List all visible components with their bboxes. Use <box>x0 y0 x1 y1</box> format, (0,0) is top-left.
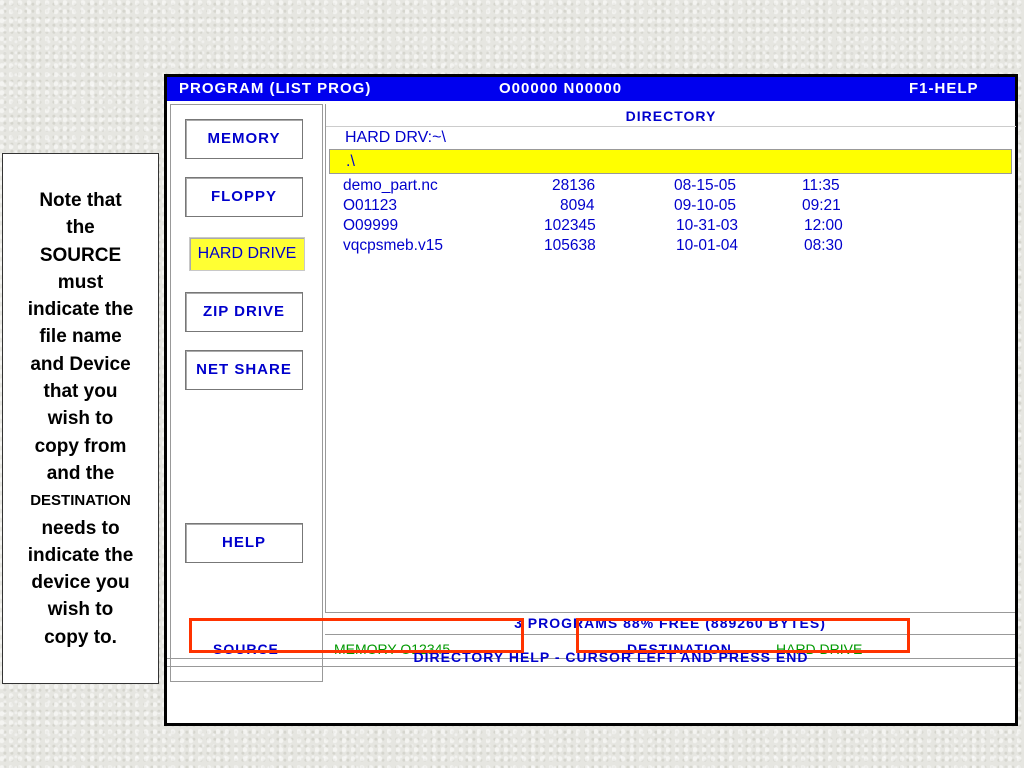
file-date: 10-01-04 <box>676 237 739 254</box>
file-size: 8094 <box>560 197 595 214</box>
help-button[interactable]: HELP <box>185 523 303 563</box>
file-name: demo_part.nc <box>343 177 438 194</box>
file-name: vqcpsmeb.v15 <box>343 237 443 254</box>
file-date: 08-15-05 <box>674 177 737 194</box>
note-line: file name <box>39 326 122 348</box>
help-line-text: DIRECTORY HELP - CURSOR LEFT AND PRESS E… <box>413 652 809 665</box>
divider <box>167 666 1015 667</box>
note-line: copy to. <box>44 626 117 648</box>
source-highlight-box <box>189 618 524 653</box>
zip-drive-button[interactable]: ZIP DRIVE <box>185 292 303 332</box>
note-line: indicate the <box>27 544 134 566</box>
file-date: 10-31-03 <box>676 217 739 234</box>
note-line: and Device <box>30 353 131 375</box>
file-time: 11:35 <box>802 177 840 194</box>
device-menu: MEMORY FLOPPY HARD DRIVE ZIP DRIVE NET S… <box>170 104 323 682</box>
note-line: the <box>66 217 95 239</box>
floppy-button[interactable]: FLOPPY <box>185 177 303 217</box>
help-line: DIRECTORY HELP - CURSOR LEFT AND PRESS E… <box>167 652 1015 666</box>
note-line: copy from <box>34 435 127 457</box>
directory-title: DIRECTORY <box>625 108 717 124</box>
help-key-hint: F1-HELP <box>909 80 979 97</box>
destination-highlight-box <box>576 618 910 653</box>
file-time: 12:00 <box>804 217 843 234</box>
file-row[interactable]: demo_part.nc 28136 08-15-05 11:35 <box>326 176 1016 196</box>
note-line: and the <box>46 462 115 484</box>
file-row[interactable]: O09999 102345 10-31-03 12:00 <box>326 216 1016 236</box>
file-name: O09999 <box>343 217 399 234</box>
directory-path: HARD DRV:~\ <box>326 126 1016 148</box>
note-line: wish to <box>47 599 114 621</box>
memory-button[interactable]: MEMORY <box>185 119 303 159</box>
net-share-button[interactable]: NET SHARE <box>185 350 303 390</box>
file-size: 105638 <box>544 237 596 254</box>
cnc-control-screen: PROGRAM (LIST PROG) O00000 N00000 F1-HEL… <box>164 74 1018 726</box>
file-name: O01123 <box>343 197 398 214</box>
title-bar: PROGRAM (LIST PROG) O00000 N00000 F1-HEL… <box>167 77 1015 101</box>
note-line: that you <box>43 381 118 403</box>
instruction-note: Note that the SOURCE must indicate the f… <box>2 153 159 684</box>
note-line: Note that <box>39 190 122 211</box>
note-line: must <box>57 271 104 293</box>
file-row[interactable]: O01123 8094 09-10-05 09:21 <box>326 196 1016 216</box>
file-time: 08:30 <box>804 237 843 254</box>
note-line: indicate the <box>27 299 134 321</box>
file-date: 09-10-05 <box>674 197 737 214</box>
note-line: device you <box>31 572 130 594</box>
directory-panel: DIRECTORY HARD DRV:~\ .\ demo_part.nc 28… <box>325 104 1016 612</box>
note-line: SOURCE <box>39 244 122 266</box>
file-size: 102345 <box>544 217 596 234</box>
note-line: needs to <box>41 517 120 539</box>
note-line: wish to <box>47 408 114 430</box>
file-size: 28136 <box>552 177 596 194</box>
mode-title: PROGRAM (LIST PROG) <box>179 80 372 97</box>
program-number: O00000 N00000 <box>499 80 623 97</box>
hard-drive-button[interactable]: HARD DRIVE <box>189 237 305 271</box>
note-line: DESTINATION <box>30 492 131 510</box>
file-row[interactable]: vqcpsmeb.v15 105638 10-01-04 08:30 <box>326 236 1016 256</box>
selected-entry[interactable]: .\ <box>329 149 1012 174</box>
file-time: 09:21 <box>802 197 841 214</box>
